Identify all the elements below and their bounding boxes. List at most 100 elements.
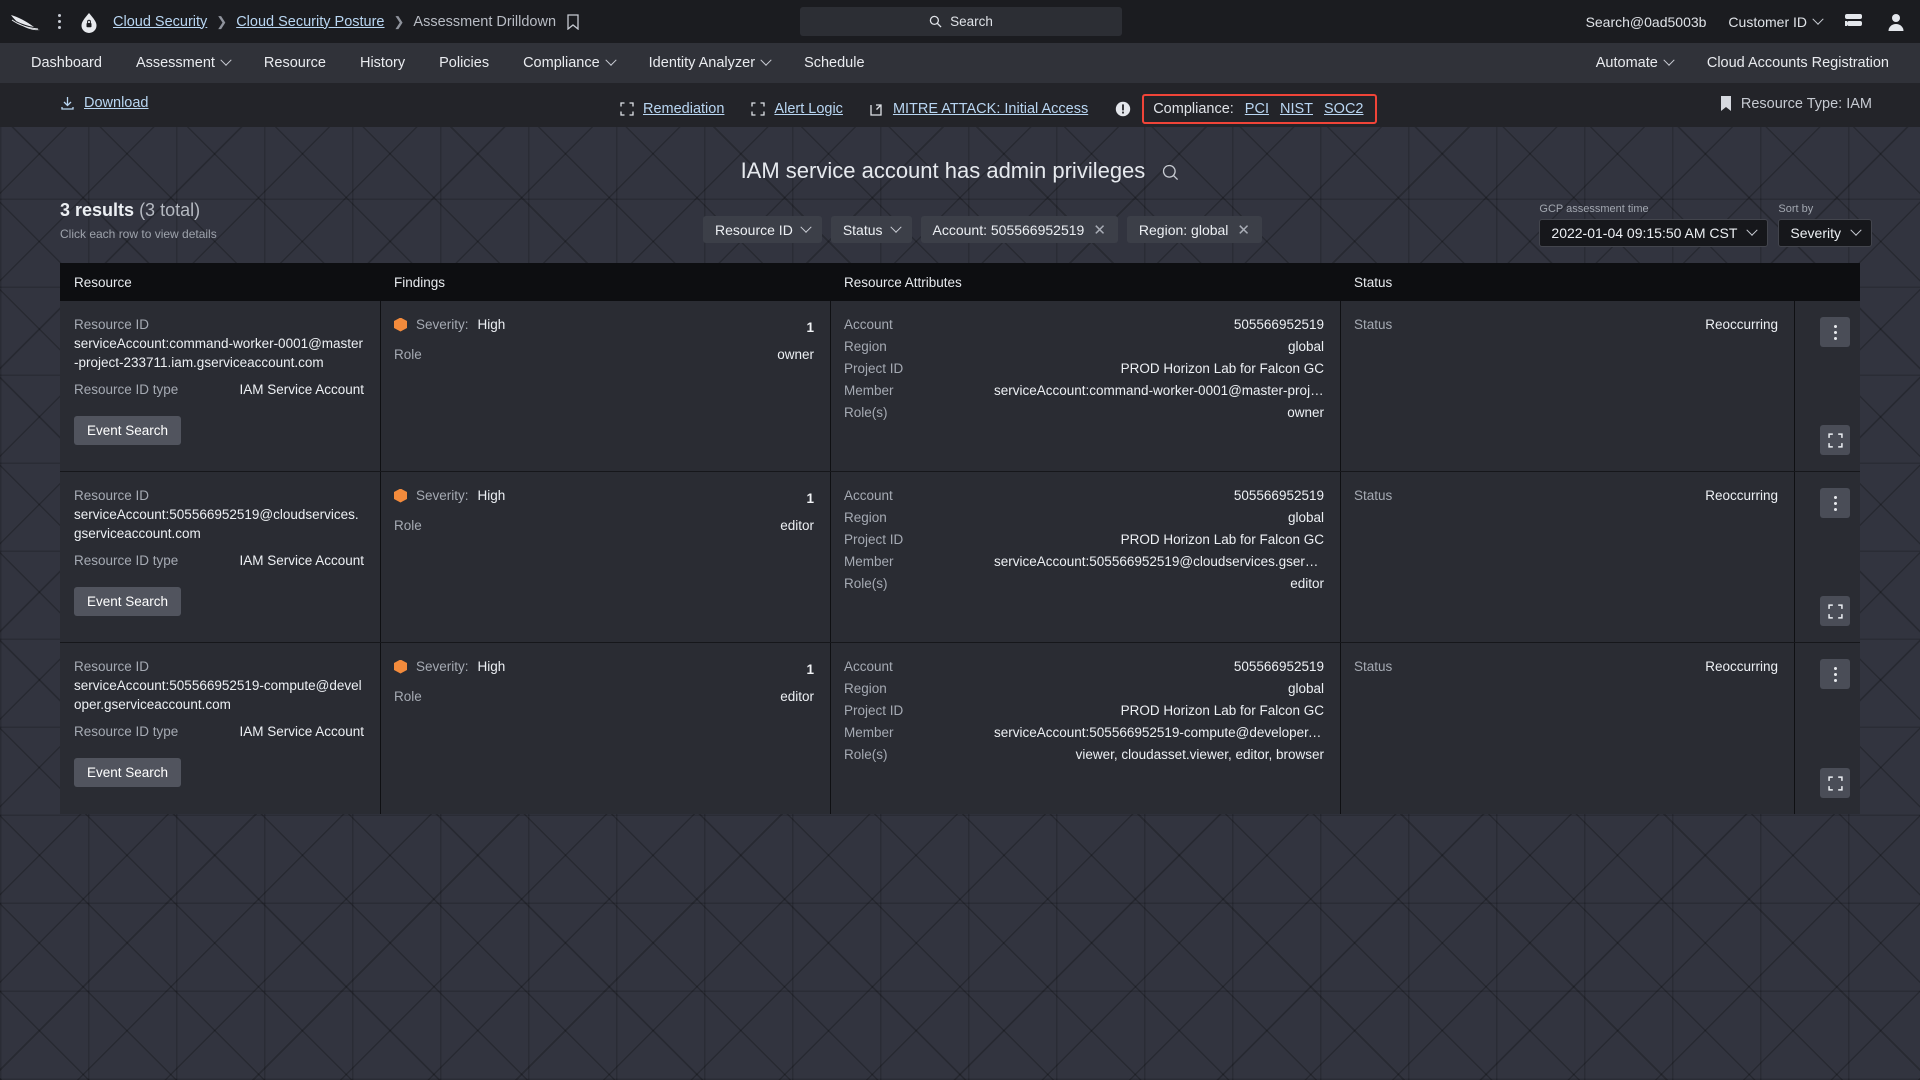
results-count: 3 results [60, 200, 135, 220]
nav-item-automate[interactable]: Automate [1579, 43, 1690, 83]
cell-actions [1794, 643, 1860, 814]
row-expand-button[interactable] [1820, 425, 1850, 455]
project-id-label: Project ID [844, 532, 904, 547]
mitre-attack-link[interactable]: MITRE ATTACK: Initial Access [870, 101, 1088, 117]
compliance-link-nist[interactable]: NIST [1280, 101, 1313, 117]
info-alert-icon[interactable] [1115, 101, 1131, 117]
nav-item-identity-analyzer[interactable]: Identity Analyzer [632, 43, 787, 83]
nav-label: Identity Analyzer [648, 55, 756, 71]
event-search-button[interactable]: Event Search [74, 758, 182, 787]
compliance-link-soc2[interactable]: SOC2 [1324, 101, 1364, 117]
bookmark-icon[interactable] [567, 13, 579, 30]
table-row[interactable]: Resource ID serviceAccount:505566952519@… [60, 472, 1860, 643]
close-icon[interactable]: ✕ [1093, 221, 1106, 239]
download-button[interactable]: Download [60, 95, 149, 111]
row-menu-button[interactable] [1820, 659, 1850, 689]
severity-label: Severity: [416, 317, 469, 332]
row-menu-button[interactable] [1820, 488, 1850, 518]
cell-findings: Severity: High 1 Role editor [380, 643, 830, 814]
account-label: Account [844, 317, 893, 332]
app-menu-icon[interactable] [50, 14, 68, 29]
member-value: serviceAccount:505566952519-compute@deve… [994, 725, 1324, 740]
customer-id-dropdown[interactable]: Customer ID [1728, 13, 1824, 30]
table-row[interactable]: Resource ID serviceAccount:505566952519-… [60, 643, 1860, 814]
nav-item-resource[interactable]: Resource [247, 43, 343, 83]
user-account-label[interactable]: Search@0ad5003b [1586, 14, 1707, 30]
filter-chip-status[interactable]: Status [830, 216, 912, 243]
member-value: serviceAccount:505566952519@cloudservice… [994, 554, 1324, 569]
chip-label: Status [842, 221, 883, 238]
severity-label: Severity: [416, 659, 469, 674]
nav-item-cloud-accounts-registration[interactable]: Cloud Accounts Registration [1690, 43, 1906, 83]
breadcrumb-item-1[interactable]: Cloud Security Posture [236, 14, 384, 30]
severity-label: Severity: [416, 488, 469, 503]
role-label: Role [394, 517, 422, 533]
global-search-input[interactable]: Search [800, 7, 1122, 36]
resource-id-value: serviceAccount:505566952519@cloudservice… [74, 507, 359, 541]
cell-resource: Resource ID serviceAccount:505566952519@… [60, 472, 380, 642]
cell-findings: Severity: High 1 Role editor [380, 472, 830, 642]
status-value: Reoccurring [1705, 488, 1778, 503]
role-label: Role [394, 346, 422, 362]
nav-item-policies[interactable]: Policies [422, 43, 506, 83]
chevron-down-icon [800, 221, 812, 233]
breadcrumb-item-2: Assessment Drilldown [413, 13, 557, 30]
nav-right-group: Automate Cloud Accounts Registration [1579, 43, 1906, 83]
breadcrumb-item-0[interactable]: Cloud Security [113, 14, 207, 30]
customer-id-label: Customer ID [1728, 13, 1807, 30]
row-expand-button[interactable] [1820, 768, 1850, 798]
role-value: owner [777, 346, 814, 362]
remediation-link[interactable]: Remediation [620, 101, 724, 117]
search-icon [929, 15, 942, 28]
region-label: Region [844, 681, 887, 696]
severity-hex-icon [394, 317, 407, 332]
table-row[interactable]: Resource ID serviceAccount:command-worke… [60, 301, 1860, 472]
expand-icon [620, 102, 634, 116]
global-search-placeholder: Search [950, 14, 993, 29]
alert-logic-link[interactable]: Alert Logic [751, 101, 843, 117]
action-toolbar: Download Remediation Alert Logic MITRE A… [0, 83, 1920, 127]
notifications-button[interactable] [1844, 13, 1864, 30]
region-value: global [1287, 510, 1324, 525]
main-nav: Dashboard Assessment Resource History Po… [0, 43, 1920, 83]
resource-id-type-value: IAM Service Account [239, 724, 364, 739]
nav-item-history[interactable]: History [343, 43, 422, 83]
assessment-time-caption: GCP assessment time [1539, 203, 1649, 215]
chevron-down-icon [1746, 224, 1759, 236]
column-header-findings: Findings [394, 274, 446, 290]
expand-icon [1827, 775, 1843, 791]
filter-chip-region[interactable]: Region: global ✕ [1126, 216, 1262, 243]
user-icon [1888, 13, 1904, 31]
severity-indicator: Severity: High [394, 317, 505, 332]
nav-item-schedule[interactable]: Schedule [787, 43, 881, 83]
sort-by-select[interactable]: Severity [1778, 219, 1872, 247]
top-right-controls: Search@0ad5003b Customer ID [1564, 0, 1906, 43]
nav-item-assessment[interactable]: Assessment [119, 43, 247, 83]
roles-label: Role(s) [844, 405, 888, 420]
user-profile-avatar[interactable] [1886, 12, 1906, 32]
search-icon[interactable] [1162, 164, 1179, 181]
assessment-time-select[interactable]: 2022-01-04 09:15:50 AM CST [1539, 219, 1769, 247]
nav-item-compliance[interactable]: Compliance [506, 43, 632, 83]
event-search-button[interactable]: Event Search [74, 416, 182, 445]
nav-item-dashboard[interactable]: Dashboard [14, 43, 119, 83]
close-icon[interactable]: ✕ [1237, 221, 1250, 239]
compliance-link-pci[interactable]: PCI [1245, 101, 1269, 117]
region-value: global [1287, 681, 1324, 696]
project-id-label: Project ID [844, 703, 904, 718]
finding-count: 1 [806, 490, 814, 506]
status-label: Status [1354, 659, 1393, 674]
roles-label: Role(s) [844, 576, 888, 591]
cell-status: Status Reoccurring [1340, 301, 1794, 471]
sort-by-value: Severity [1790, 225, 1841, 241]
project-id-label: Project ID [844, 361, 904, 376]
resource-id-type-value: IAM Service Account [239, 553, 364, 568]
row-menu-button[interactable] [1820, 317, 1850, 347]
filter-chip-resource-id[interactable]: Resource ID [703, 216, 822, 243]
event-search-button[interactable]: Event Search [74, 587, 182, 616]
filter-chip-account[interactable]: Account: 505566952519 ✕ [920, 216, 1118, 243]
crowdstrike-falcon-logo [11, 14, 40, 30]
cell-resource-attributes: Account 505566952519 Region global Project… [830, 301, 1340, 471]
nav-label: Cloud Accounts Registration [1706, 55, 1889, 71]
row-expand-button[interactable] [1820, 596, 1850, 626]
